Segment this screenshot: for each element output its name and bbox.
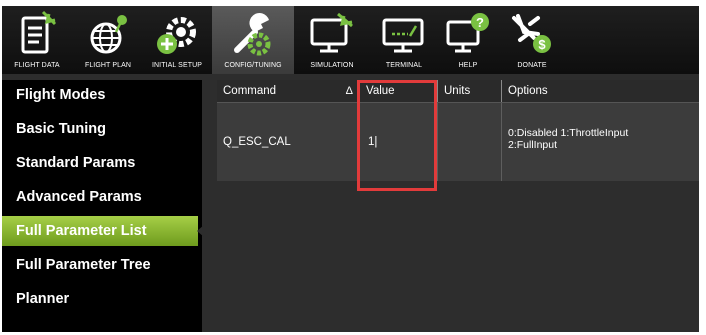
toolbar-label: INITIAL SETUP bbox=[151, 62, 203, 69]
toolbar-help[interactable]: ? HELP bbox=[438, 6, 498, 74]
terminal-icon bbox=[370, 10, 438, 58]
toolbar-label: HELP bbox=[458, 62, 478, 69]
initial-setup-icon bbox=[144, 10, 210, 58]
sidebar-item-full-parameter-tree[interactable]: Full Parameter Tree bbox=[2, 250, 198, 280]
sidebar: Flight Modes Basic Tuning Standard Param… bbox=[2, 80, 204, 332]
flight-plan-icon bbox=[74, 10, 142, 58]
column-header-units[interactable]: Units bbox=[437, 80, 501, 102]
column-header-label: Command bbox=[223, 85, 277, 97]
sidebar-item-planner[interactable]: Planner bbox=[2, 284, 198, 314]
sidebar-item-standard-params[interactable]: Standard Params bbox=[2, 148, 198, 178]
sidebar-item-flight-modes[interactable]: Flight Modes bbox=[2, 80, 198, 110]
toolbar-initial-setup[interactable]: INITIAL SETUP bbox=[144, 6, 210, 74]
svg-text:$: $ bbox=[538, 37, 546, 52]
simulation-icon bbox=[296, 10, 368, 58]
toolbar-donate[interactable]: $ DONATE bbox=[502, 6, 562, 74]
toolbar-terminal[interactable]: TERMINAL bbox=[370, 6, 438, 74]
options-line: 2:FullInput bbox=[508, 139, 558, 151]
sort-arrow-icon: Δ bbox=[345, 85, 353, 97]
parameter-table: Command Δ Value Units Options Q_ESC_CAL … bbox=[217, 80, 699, 181]
toolbar-label: TERMINAL bbox=[385, 62, 423, 69]
config-tuning-icon bbox=[212, 10, 294, 58]
toolbar-label: SIMULATION bbox=[310, 62, 354, 69]
toolbar-flight-plan[interactable]: FLIGHT PLAN bbox=[74, 6, 142, 74]
table-header: Command Δ Value Units Options bbox=[217, 80, 699, 103]
cell-value-input[interactable]: 1| bbox=[359, 103, 437, 181]
help-icon: ? bbox=[438, 10, 498, 58]
donate-icon: $ bbox=[502, 10, 562, 58]
sidebar-item-basic-tuning[interactable]: Basic Tuning bbox=[2, 114, 198, 144]
svg-text:?: ? bbox=[476, 15, 484, 30]
cell-units bbox=[437, 103, 501, 181]
sidebar-item-advanced-params[interactable]: Advanced Params bbox=[2, 182, 198, 212]
toolbar-label: CONFIG/TUNING bbox=[224, 62, 282, 69]
column-header-options[interactable]: Options bbox=[501, 80, 699, 102]
table-row[interactable]: Q_ESC_CAL 1| 0:Disabled 1:ThrottleInput … bbox=[217, 103, 699, 181]
toolbar-label: DONATE bbox=[517, 62, 547, 69]
cell-command[interactable]: Q_ESC_CAL bbox=[217, 103, 359, 181]
toolbar-label: FLIGHT PLAN bbox=[84, 62, 132, 69]
toolbar-flight-data[interactable]: FLIGHT DATA bbox=[2, 6, 72, 74]
main-toolbar: FLIGHT DATA FLIGHT PLAN INITIAL SETUP CO… bbox=[2, 6, 699, 74]
toolbar-label: FLIGHT DATA bbox=[14, 62, 60, 69]
flight-data-icon bbox=[2, 10, 72, 58]
toolbar-simulation[interactable]: SIMULATION bbox=[296, 6, 368, 74]
toolbar-config-tuning[interactable]: CONFIG/TUNING bbox=[212, 6, 294, 74]
options-line: 0:Disabled 1:ThrottleInput bbox=[508, 127, 629, 139]
column-header-value[interactable]: Value bbox=[359, 80, 437, 102]
column-header-command[interactable]: Command Δ bbox=[217, 80, 359, 102]
app-window: FLIGHT DATA FLIGHT PLAN INITIAL SETUP CO… bbox=[2, 6, 699, 332]
sidebar-item-full-parameter-list[interactable]: Full Parameter List bbox=[2, 216, 204, 246]
cell-options: 0:Disabled 1:ThrottleInput 2:FullInput bbox=[501, 103, 699, 181]
